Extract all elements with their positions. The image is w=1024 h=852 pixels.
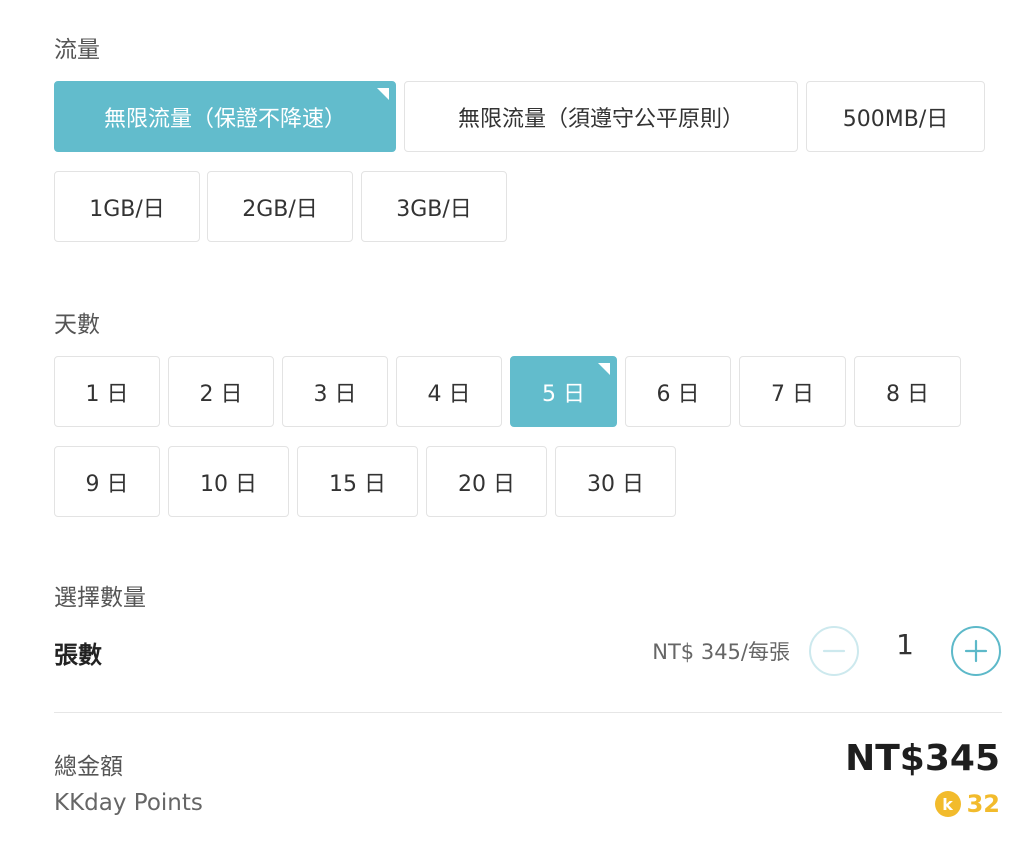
option-label: 7 日	[771, 381, 814, 407]
quantity-item-label: 張數	[54, 641, 102, 669]
option-label: 5 日	[542, 381, 585, 407]
option-label: 6 日	[656, 381, 700, 407]
day-option-1[interactable]: 1 日	[54, 356, 160, 427]
day-option-8[interactable]: 8 日	[854, 356, 961, 427]
kkday-coin-icon: k	[934, 791, 961, 817]
plus-icon	[964, 639, 988, 663]
quantity-section-label: 選擇數量	[54, 585, 146, 611]
data-option-500mb[interactable]: 500MB/日	[806, 81, 985, 152]
option-label: 1GB/日	[89, 196, 165, 222]
day-option-20[interactable]: 20 日	[426, 446, 547, 517]
option-label: 無限流量（須遵守公平原則）	[457, 106, 744, 132]
option-label: 3 日	[313, 381, 357, 407]
option-label: 無限流量（保證不降速）	[103, 106, 346, 132]
data-option-unlimited-guaranteed[interactable]: 無限流量（保證不降速）	[54, 81, 396, 152]
option-label: 1 日	[85, 381, 129, 407]
summary-divider	[54, 712, 1002, 713]
data-option-unlimited-fair-use[interactable]: 無限流量（須遵守公平原則）	[404, 81, 798, 152]
kkday-points: k 32	[934, 790, 1000, 818]
option-label: 2GB/日	[242, 196, 318, 222]
day-option-30[interactable]: 30 日	[555, 446, 676, 517]
selected-corner-icon	[598, 363, 610, 375]
option-label: 15 日	[329, 471, 386, 497]
option-label: 10 日	[200, 471, 257, 497]
day-option-9[interactable]: 9 日	[54, 446, 160, 517]
day-option-4[interactable]: 4 日	[396, 356, 502, 427]
day-option-5[interactable]: 5 日	[510, 356, 617, 427]
data-option-3gb[interactable]: 3GB/日	[361, 171, 507, 242]
option-label: 3GB/日	[396, 196, 472, 222]
day-option-7[interactable]: 7 日	[739, 356, 846, 427]
day-option-6[interactable]: 6 日	[625, 356, 731, 427]
quantity-value: 1	[896, 628, 914, 661]
option-label: 500MB/日	[842, 106, 949, 132]
day-option-15[interactable]: 15 日	[297, 446, 418, 517]
day-option-10[interactable]: 10 日	[168, 446, 289, 517]
days-section-label: 天數	[54, 312, 100, 338]
unit-price: NT$ 345/每張	[652, 640, 790, 664]
total-amount-label: 總金額	[54, 754, 123, 780]
data-option-2gb[interactable]: 2GB/日	[207, 171, 353, 242]
minus-icon	[822, 649, 846, 653]
day-option-2[interactable]: 2 日	[168, 356, 274, 427]
kkday-points-label: KKday Points	[54, 790, 203, 816]
option-label: 30 日	[587, 471, 644, 497]
option-label: 2 日	[199, 381, 243, 407]
total-amount-value: NT$345	[845, 738, 1000, 779]
data-section-label: 流量	[54, 37, 100, 63]
option-label: 8 日	[886, 381, 929, 407]
day-option-3[interactable]: 3 日	[282, 356, 388, 427]
data-option-1gb[interactable]: 1GB/日	[54, 171, 200, 242]
increase-quantity-button[interactable]	[951, 626, 1001, 676]
decrease-quantity-button[interactable]	[809, 626, 859, 676]
kkday-points-value: 32	[966, 790, 1000, 818]
option-label: 20 日	[458, 471, 515, 497]
option-label: 4 日	[427, 381, 471, 407]
selected-corner-icon	[377, 88, 389, 100]
option-label: 9 日	[85, 471, 129, 497]
